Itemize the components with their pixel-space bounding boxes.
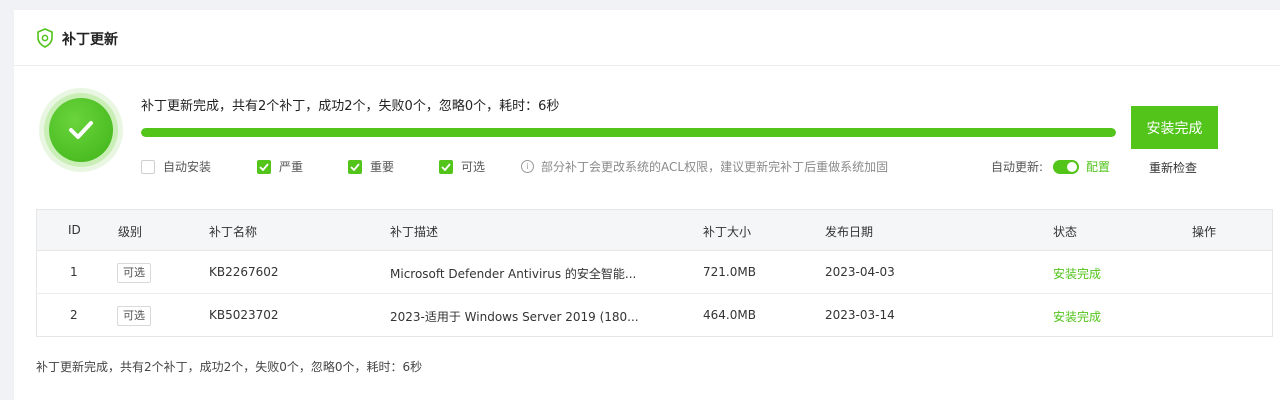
cell-id: 2 — [70, 308, 78, 322]
option-label: 可选 — [461, 160, 486, 174]
auto-update-toggle[interactable] — [1053, 159, 1080, 174]
option-label: 严重 — [279, 160, 304, 174]
shield-icon — [36, 28, 54, 48]
option-critical[interactable]: 严重 — [257, 158, 303, 175]
checkbox[interactable] — [141, 159, 155, 174]
cell-date: 2023-03-14 — [825, 308, 895, 322]
option-label: 自动安装 — [163, 160, 212, 174]
column-header: 操作 — [1192, 225, 1217, 239]
cell-size: 464.0MB — [703, 308, 756, 322]
panel-header: 补丁更新 — [14, 10, 1280, 66]
column-header: 状态 — [1053, 225, 1078, 239]
table-row: 2 可选 KB5023702 2023-适用于 Windows Server 2… — [37, 294, 1272, 337]
level-badge: 可选 — [117, 263, 151, 283]
progress-bar — [141, 128, 1116, 137]
cell-desc: 2023-适用于 Windows Server 2019 (180... — [390, 310, 639, 324]
cell-id: 1 — [70, 265, 78, 279]
column-header: 补丁大小 — [703, 225, 752, 239]
patch-table: ID 级别 补丁名称 补丁描述 补丁大小 发布日期 状态 操作 1 可选 KB2… — [36, 209, 1273, 337]
cell-size: 721.0MB — [703, 265, 756, 279]
cell-date: 2023-04-03 — [825, 265, 895, 279]
cell-desc: Microsoft Defender Antivirus 的安全智能... — [390, 267, 637, 281]
config-link[interactable]: 配置 — [1086, 158, 1110, 175]
column-header: 补丁名称 — [209, 225, 258, 239]
checkmark-icon — [69, 121, 93, 139]
acl-hint: i 部分补丁会更改系统的ACL权限，建议更新完补丁后重做系统加固 — [521, 158, 888, 175]
status-indicator — [39, 88, 123, 172]
table-header: ID 级别 补丁名称 补丁描述 补丁大小 发布日期 状态 操作 — [37, 210, 1272, 251]
patch-update-panel: 补丁更新 补丁更新完成，共有2个补丁，成功2个，失败0个，忽略0个，耗时：6秒 … — [14, 10, 1280, 400]
page-title: 补丁更新 — [62, 32, 118, 48]
cell-status: 安装完成 — [1053, 267, 1102, 281]
option-important[interactable]: 重要 — [348, 158, 394, 175]
footer-summary: 补丁更新完成，共有2个补丁，成功2个，失败0个，忽略0个，耗时：6秒 — [36, 360, 423, 374]
toggle-knob — [1067, 161, 1078, 172]
progress-fill — [141, 128, 1116, 137]
option-label: 重要 — [370, 160, 395, 174]
auto-update: 自动更新: 配置 — [991, 158, 1110, 175]
install-complete-button[interactable]: 安装完成 — [1131, 106, 1218, 149]
column-header: 补丁描述 — [390, 225, 439, 239]
column-header: 发布日期 — [825, 225, 874, 239]
table-row: 1 可选 KB2267602 Microsoft Defender Antivi… — [37, 251, 1272, 294]
column-header: 级别 — [118, 225, 143, 239]
checkbox[interactable] — [348, 159, 362, 174]
summary-text: 补丁更新完成，共有2个补丁，成功2个，失败0个，忽略0个，耗时：6秒 — [141, 99, 560, 114]
auto-update-label: 自动更新: — [991, 160, 1044, 174]
cell-status: 安装完成 — [1053, 310, 1102, 324]
checkbox[interactable] — [439, 159, 453, 174]
option-auto-install[interactable]: 自动安装 — [141, 158, 211, 175]
level-badge: 可选 — [117, 306, 151, 326]
cell-name: KB5023702 — [209, 308, 279, 322]
cell-name: KB2267602 — [209, 265, 279, 279]
recheck-button[interactable]: 重新检查 — [1149, 159, 1197, 176]
info-icon: i — [521, 160, 534, 173]
column-header: ID — [68, 223, 81, 237]
option-optional[interactable]: 可选 — [439, 158, 485, 175]
checkbox[interactable] — [257, 159, 271, 174]
hint-text: 部分补丁会更改系统的ACL权限，建议更新完补丁后重做系统加固 — [541, 160, 889, 174]
